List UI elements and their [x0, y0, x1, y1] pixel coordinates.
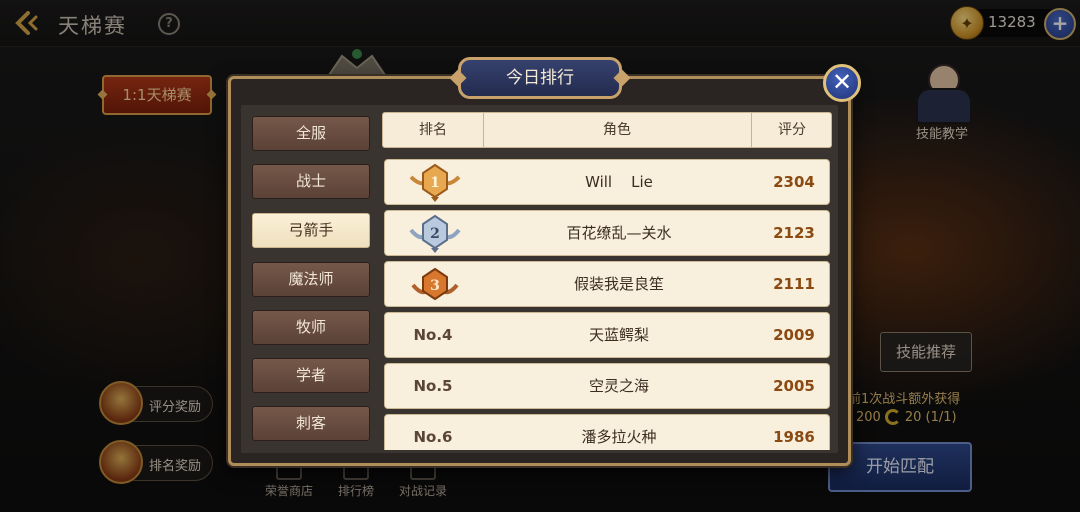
- medal-number: 3: [430, 278, 440, 294]
- player-score: 2123: [773, 224, 815, 242]
- category-priest[interactable]: 牧师: [252, 310, 370, 345]
- player-score: 2009: [773, 326, 815, 344]
- table-row[interactable]: No.6 潘多拉火种 1986: [384, 414, 830, 450]
- category-all[interactable]: 全服: [252, 116, 370, 151]
- player-name: 潘多拉火种: [581, 428, 657, 446]
- gold-medal-icon: 1: [409, 163, 461, 202]
- player-name: 天蓝鳄梨: [588, 326, 649, 344]
- table-row[interactable]: No.5 空灵之海 2005: [384, 363, 830, 409]
- player-score: 2111: [773, 275, 815, 293]
- silver-medal-icon: 2: [409, 214, 461, 253]
- player-score: 2005: [773, 377, 815, 395]
- table-row[interactable]: 1 Will Lie 2304: [384, 159, 830, 205]
- table-row[interactable]: No.4 天蓝鳄梨 2009: [384, 312, 830, 358]
- category-warrior[interactable]: 战士: [252, 164, 370, 199]
- rank-number: No.4: [413, 326, 453, 344]
- category-archer[interactable]: 弓箭手: [252, 213, 370, 248]
- player-name: 假装我是良笙: [573, 275, 664, 293]
- column-score: 评分: [778, 122, 806, 138]
- medal-number: 1: [430, 175, 440, 191]
- table-row[interactable]: 3 假装我是良笙 2111: [384, 261, 830, 307]
- player-name: 空灵之海: [588, 377, 649, 395]
- player-name: Will Lie: [585, 173, 653, 191]
- category-assassin[interactable]: 刺客: [252, 406, 370, 441]
- player-score: 2304: [773, 173, 815, 191]
- rank-number: No.5: [413, 377, 453, 395]
- category-scholar[interactable]: 学者: [252, 358, 370, 393]
- table-header: 排名 角色 评分: [382, 112, 832, 148]
- modal-title: 今日排行: [458, 57, 622, 99]
- column-rank: 排名: [383, 113, 484, 147]
- player-name: 百花缭乱—关水: [566, 224, 672, 242]
- category-mage[interactable]: 魔法师: [252, 262, 370, 297]
- player-score: 1986: [773, 428, 815, 446]
- ranking-table: 排名 角色 评分 1 Will Lie 2304 2 百花缭乱—关水 2123 …: [382, 112, 832, 450]
- column-role: 角色: [483, 113, 752, 147]
- rank-number: No.6: [413, 428, 453, 446]
- table-row[interactable]: 2 百花缭乱—关水 2123: [384, 210, 830, 256]
- medal-number: 2: [430, 226, 440, 242]
- bronze-medal-icon: 3: [411, 267, 459, 301]
- close-button[interactable]: ✕: [823, 64, 861, 102]
